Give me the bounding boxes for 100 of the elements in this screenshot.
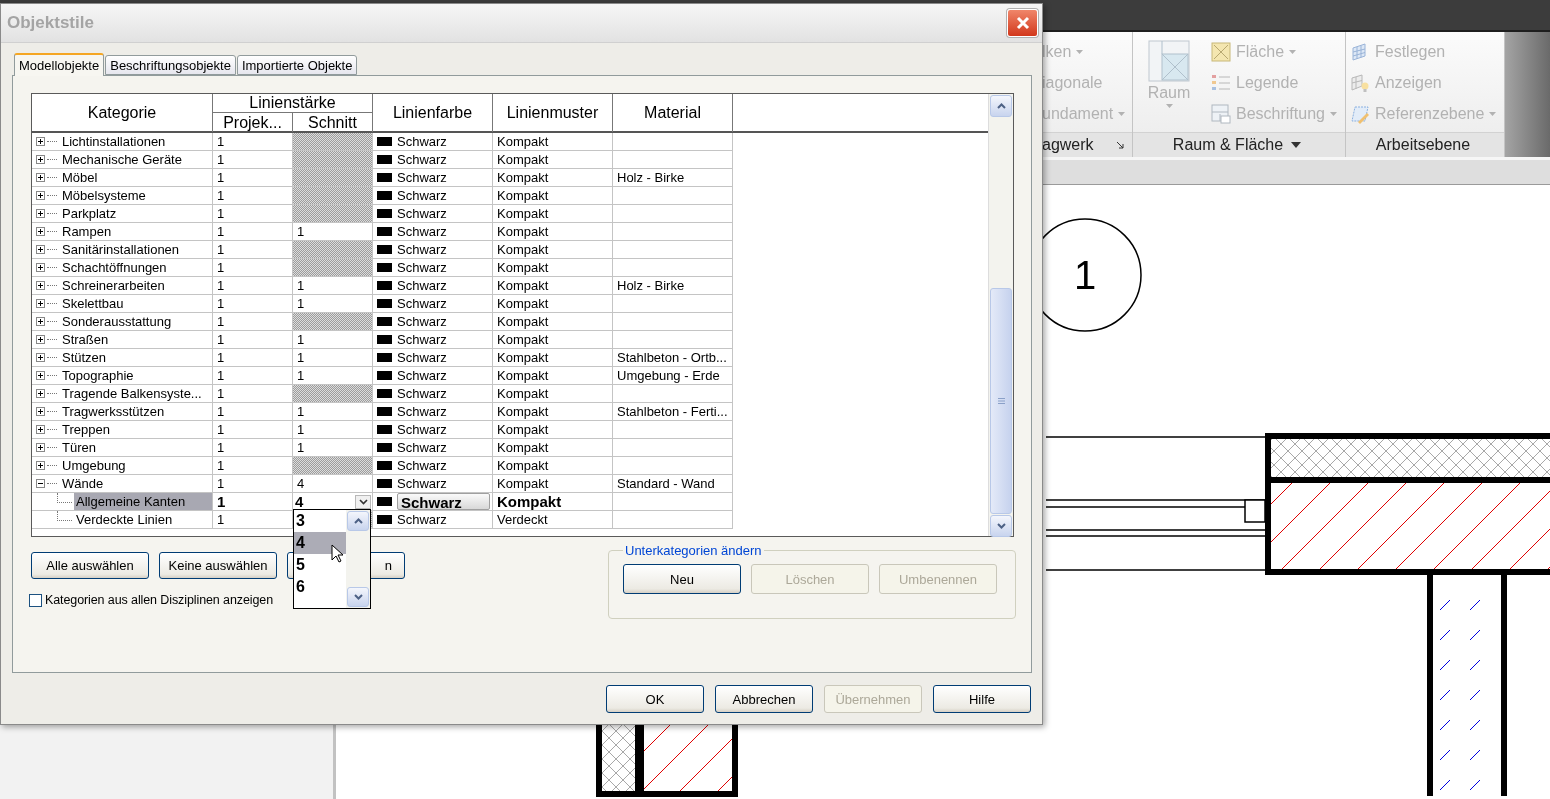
category-name[interactable]: Straßen xyxy=(60,331,109,348)
expand-icon[interactable] xyxy=(36,335,45,344)
category-name[interactable]: Tragende Balkensyste... xyxy=(60,385,202,402)
line-weight-dropdown[interactable]: 4 xyxy=(295,493,372,510)
column-header[interactable]: Projek... xyxy=(213,113,293,132)
scroll-up-button[interactable] xyxy=(347,511,369,531)
select-button[interactable]: Alle auswählen xyxy=(31,552,149,579)
table-cell: Schwarz xyxy=(397,476,447,491)
color-button[interactable]: Schwarz xyxy=(397,493,490,510)
table-cell: 1 xyxy=(213,493,293,511)
tab[interactable]: Modellobjekte xyxy=(14,53,105,76)
scroll-thumb[interactable] xyxy=(990,288,1012,514)
expand-icon[interactable] xyxy=(36,299,45,308)
color-swatch xyxy=(377,155,392,164)
table-cell: 1 xyxy=(213,421,293,439)
ribbon-panel-title[interactable]: Raum & Fläche xyxy=(1133,132,1345,157)
table-cell: Kompakt xyxy=(493,223,613,241)
launcher-arrow-icon xyxy=(1116,141,1124,149)
category-name[interactable]: Rampen xyxy=(60,223,112,240)
table-cell: Schwarz xyxy=(397,422,447,437)
expand-icon[interactable] xyxy=(36,407,45,416)
category-name[interactable]: Türen xyxy=(60,439,96,456)
dropdown-option[interactable]: 3 xyxy=(294,510,346,532)
dialog-button[interactable]: Hilfe xyxy=(933,685,1031,713)
color-swatch xyxy=(377,227,392,236)
column-header[interactable]: Schnitt xyxy=(293,113,373,132)
table-cell: Schwarz xyxy=(397,332,447,347)
dropdown-option[interactable]: 5 xyxy=(294,554,346,576)
dropdown-option[interactable]: 6 xyxy=(294,576,346,598)
category-name[interactable]: Möbelsysteme xyxy=(60,187,146,204)
table-cell: Kompakt xyxy=(493,241,613,259)
expand-icon[interactable] xyxy=(36,371,45,380)
category-name[interactable]: Allgemeine Kanten xyxy=(74,493,212,510)
expand-icon[interactable] xyxy=(36,389,45,398)
dialog-button[interactable]: Abbrechen xyxy=(715,685,813,713)
column-header[interactable]: Linienfarbe xyxy=(373,94,493,132)
category-name[interactable]: Mechanische Geräte xyxy=(60,151,182,168)
expand-icon[interactable] xyxy=(36,461,45,470)
expand-icon[interactable] xyxy=(36,227,45,236)
category-name[interactable]: Sanitärinstallationen xyxy=(60,241,180,258)
color-swatch xyxy=(377,515,392,524)
expand-icon[interactable] xyxy=(36,245,45,254)
expand-icon[interactable] xyxy=(36,137,45,146)
category-name[interactable]: Treppen xyxy=(60,421,110,438)
scroll-down-button[interactable] xyxy=(990,515,1012,537)
expand-icon[interactable] xyxy=(36,155,45,164)
table-cell: 1 xyxy=(213,277,293,295)
table-cell: Schwarz xyxy=(397,440,447,455)
table-cell: Kompakt xyxy=(493,295,613,313)
table-cell: Kompakt xyxy=(493,133,613,151)
collapse-icon[interactable] xyxy=(36,479,45,488)
expand-icon[interactable] xyxy=(36,191,45,200)
expand-icon[interactable] xyxy=(36,317,45,326)
expand-icon[interactable] xyxy=(36,281,45,290)
color-swatch xyxy=(377,497,392,506)
category-name[interactable]: Schachtöffnungen xyxy=(60,259,167,276)
expand-icon[interactable] xyxy=(36,173,45,182)
expand-icon[interactable] xyxy=(36,209,45,218)
color-swatch xyxy=(377,173,392,182)
category-name[interactable]: Sonderausstattung xyxy=(60,313,172,330)
tab[interactable]: Importierte Objekte xyxy=(236,55,358,75)
category-name[interactable]: Topographie xyxy=(60,367,134,384)
category-name[interactable]: Schreinerarbeiten xyxy=(60,277,165,294)
caret-icon xyxy=(1289,49,1297,54)
category-name[interactable]: Skelettbau xyxy=(60,295,124,312)
color-swatch xyxy=(377,443,392,452)
dialog-button[interactable]: OK xyxy=(606,685,704,713)
category-name[interactable]: Tragwerksstützen xyxy=(60,403,165,420)
table-cell: Kompakt xyxy=(493,331,613,349)
expand-icon[interactable] xyxy=(36,425,45,434)
scroll-up-button[interactable] xyxy=(990,95,1012,117)
category-name[interactable]: Parkplatz xyxy=(60,205,117,222)
category-name[interactable]: Wände xyxy=(60,475,104,492)
column-header[interactable]: Linienmuster xyxy=(493,94,613,132)
category-name[interactable]: Stützen xyxy=(60,349,107,366)
category-name[interactable]: Verdeckte Linien xyxy=(74,511,173,528)
checkbox[interactable] xyxy=(29,593,42,607)
scroll-down-button[interactable] xyxy=(347,587,369,607)
table-cell: Stahlbeton - Ortb... xyxy=(613,349,733,367)
ribbon-panel-title[interactable]: Arbeitsebene xyxy=(1346,132,1504,157)
expand-icon[interactable] xyxy=(36,353,45,362)
checkbox-label[interactable]: Kategorien aus allen Disziplinen anzeigen xyxy=(45,593,273,607)
scrollbar[interactable] xyxy=(988,94,1013,536)
column-header[interactable]: Material xyxy=(613,94,733,132)
table-cell: Schwarz xyxy=(397,296,447,311)
expand-icon[interactable] xyxy=(36,263,45,272)
column-header[interactable]: Kategorie xyxy=(32,94,213,132)
expand-icon[interactable] xyxy=(36,443,45,452)
category-name[interactable]: Umgebung xyxy=(60,457,126,474)
room-icon xyxy=(1148,40,1190,82)
tab[interactable]: Beschriftungsobjekte xyxy=(105,55,236,75)
category-name[interactable]: Möbel xyxy=(60,169,98,186)
close-button[interactable] xyxy=(1007,9,1038,37)
category-name[interactable]: Lichtinstallationen xyxy=(60,133,166,150)
dropdown-option[interactable]: 4 xyxy=(294,532,346,554)
caret-icon xyxy=(1118,111,1126,116)
table-cell: Stahlbeton - Ferti... xyxy=(613,403,733,421)
subcategory-button[interactable]: Neu xyxy=(623,564,741,594)
color-swatch xyxy=(377,317,392,326)
select-button[interactable]: Keine auswählen xyxy=(159,552,277,579)
